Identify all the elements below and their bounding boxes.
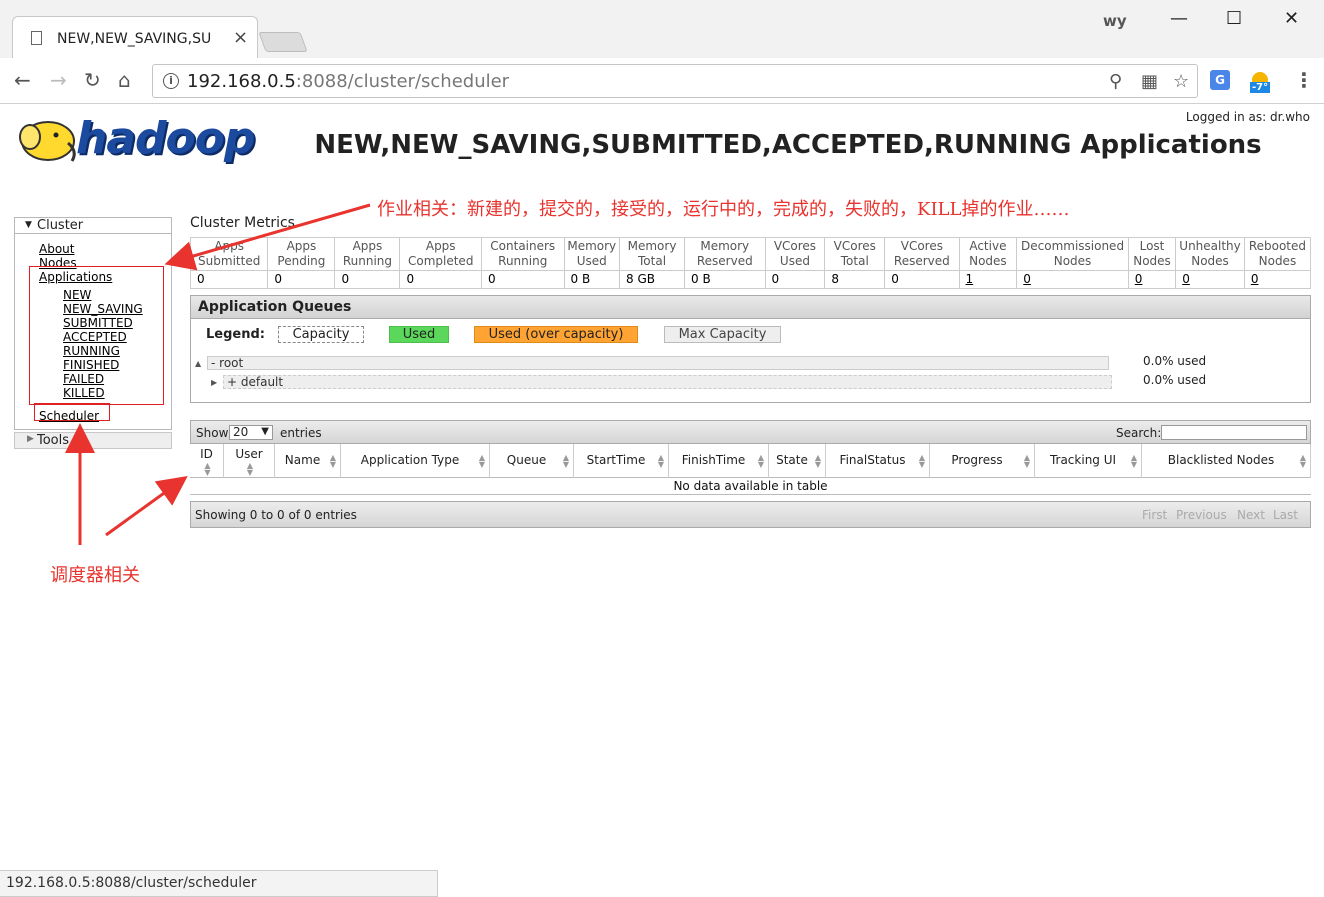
translate-icon[interactable]: ▦ — [1141, 71, 1158, 92]
zoom-icon[interactable]: ⚲ — [1109, 71, 1122, 92]
browser-tabstrip: NEW,NEW_SAVING,SU × wy — ☐ ✕ — [0, 0, 1324, 58]
window-close-icon[interactable]: ✕ — [1284, 8, 1299, 29]
new-tab-button[interactable] — [258, 32, 308, 52]
close-icon[interactable]: × — [233, 27, 248, 48]
maximize-icon[interactable]: ☐ — [1226, 8, 1242, 29]
profile-name[interactable]: wy — [1103, 12, 1127, 30]
browser-menu-icon[interactable]: ⋮ — [1294, 68, 1314, 92]
arrow-to-apps-table — [105, 475, 188, 537]
bookmark-star-icon[interactable]: ☆ — [1173, 71, 1189, 92]
browser-tab[interactable]: NEW,NEW_SAVING,SU × — [12, 16, 258, 58]
arrow-to-applications — [164, 203, 371, 271]
page-content: hadoop Logged in as: dr.who NEW,NEW_SAVI… — [0, 105, 1324, 897]
address-bar[interactable]: i 192.168.0.5:8088/cluster/scheduler ⚲ ▦… — [152, 64, 1198, 98]
forward-icon[interactable]: → — [50, 68, 67, 92]
home-icon[interactable]: ⌂ — [118, 68, 131, 92]
url-text[interactable]: 192.168.0.5:8088/cluster/scheduler — [187, 71, 509, 92]
translate-extension-icon[interactable]: G — [1210, 70, 1230, 90]
tab-title: NEW,NEW_SAVING,SU — [57, 31, 212, 47]
browser-toolbar: ← → ↻ ⌂ i 192.168.0.5:8088/cluster/sched… — [0, 58, 1324, 104]
annotation-arrows — [65, 203, 371, 545]
back-icon[interactable]: ← — [14, 68, 31, 92]
page-icon — [31, 31, 42, 45]
weather-extension-icon[interactable]: -7° — [1248, 70, 1274, 96]
info-icon[interactable]: i — [163, 73, 179, 89]
reload-icon[interactable]: ↻ — [84, 68, 101, 92]
status-bar: 192.168.0.5:8088/cluster/scheduler — [0, 870, 438, 897]
minimize-icon[interactable]: — — [1170, 8, 1188, 29]
